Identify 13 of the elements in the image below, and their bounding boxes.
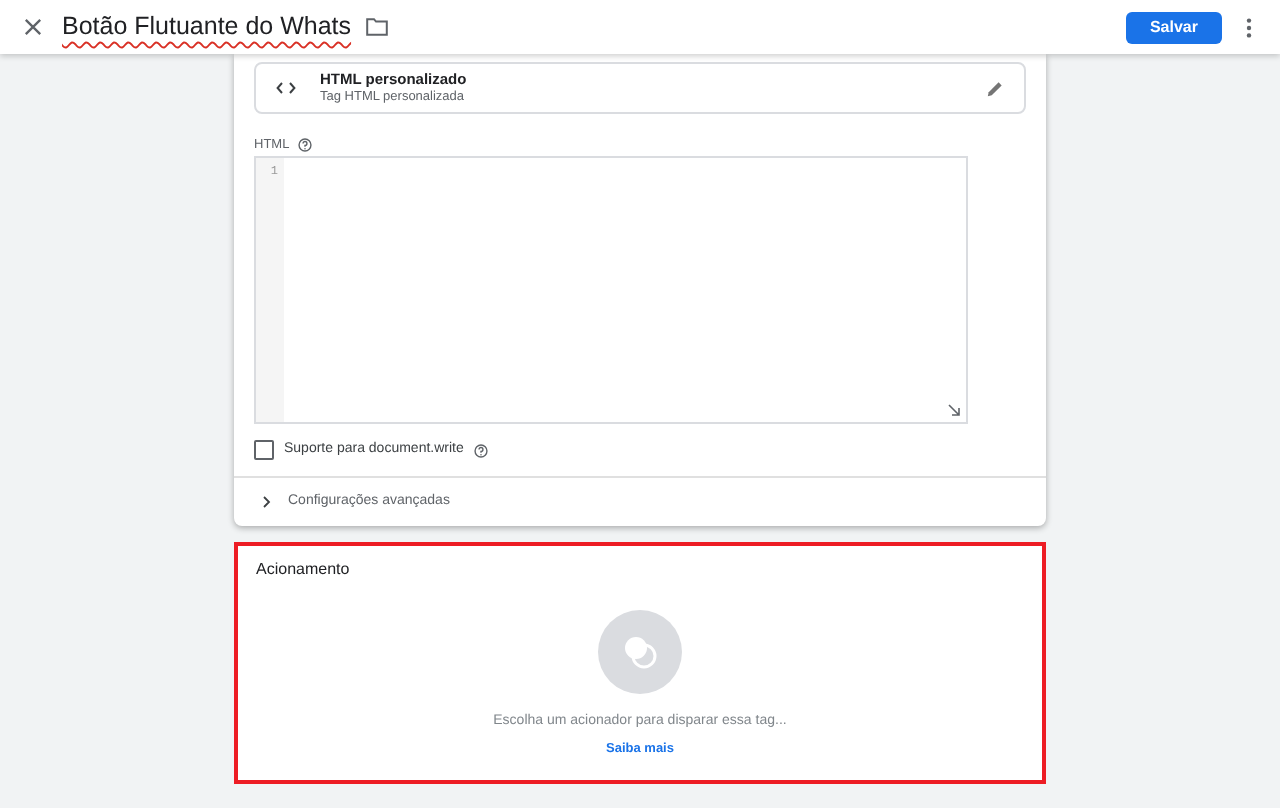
checkbox[interactable]: [254, 440, 274, 460]
help-icon[interactable]: [473, 443, 488, 457]
resize-icon[interactable]: [948, 404, 960, 416]
save-button[interactable]: Salvar: [1125, 11, 1222, 43]
edit-icon[interactable]: [986, 79, 1004, 97]
overlapping-circles-icon: [622, 634, 658, 670]
tag-name[interactable]: Botão Flutuante do Whats: [62, 8, 352, 46]
code-icon: [276, 82, 296, 94]
close-icon[interactable]: [24, 18, 42, 36]
section-title: Acionamento: [256, 558, 350, 582]
more-options-icon[interactable]: [1246, 17, 1252, 37]
folder-icon[interactable]: [365, 18, 388, 36]
help-icon[interactable]: [297, 138, 312, 152]
